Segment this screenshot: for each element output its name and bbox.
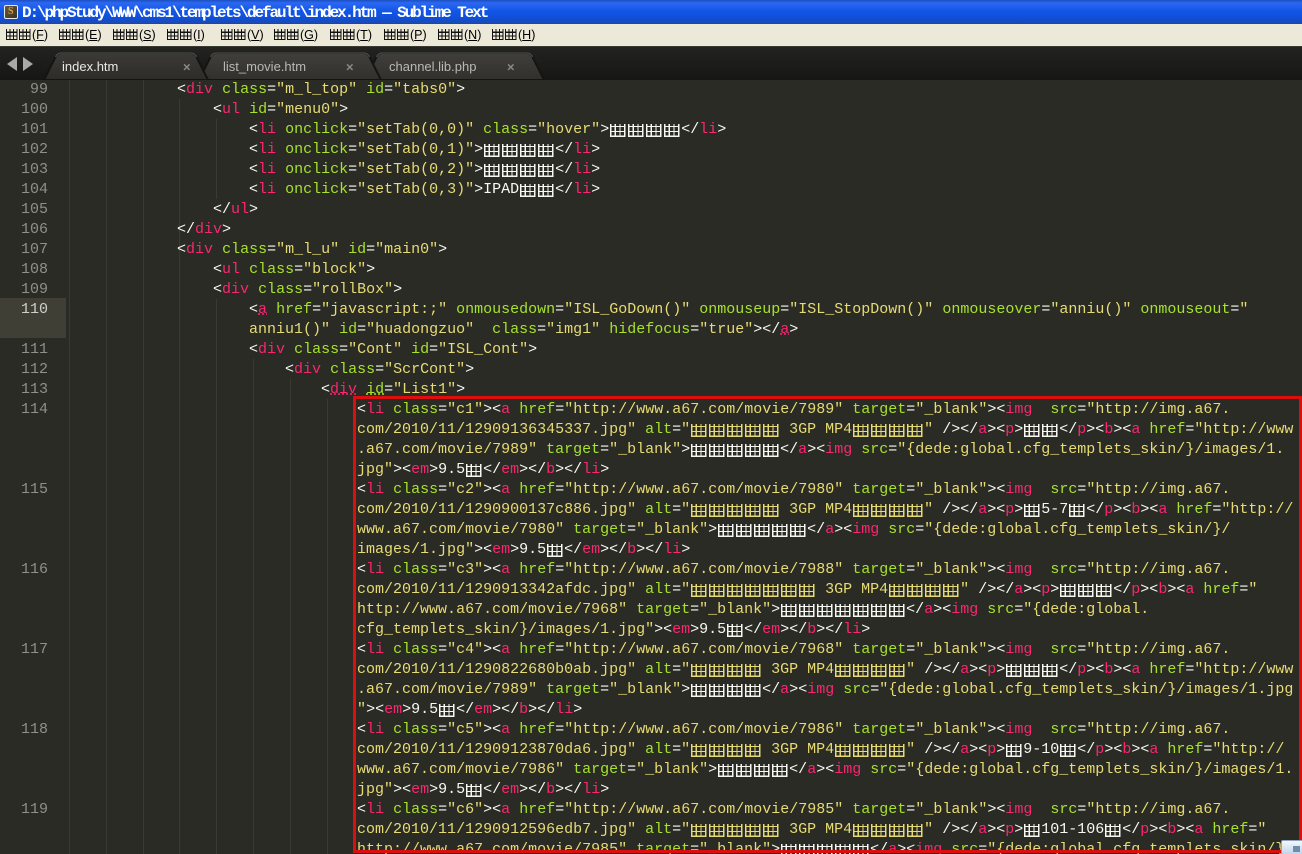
svg-text:×: × <box>346 60 354 75</box>
svg-text:list_movie.htm: list_movie.htm <box>223 59 306 74</box>
svg-text:×: × <box>507 60 515 75</box>
svg-text:×: × <box>183 60 191 75</box>
svg-text:index.htm: index.htm <box>62 59 118 74</box>
svg-text:channel.lib.php: channel.lib.php <box>389 59 476 74</box>
